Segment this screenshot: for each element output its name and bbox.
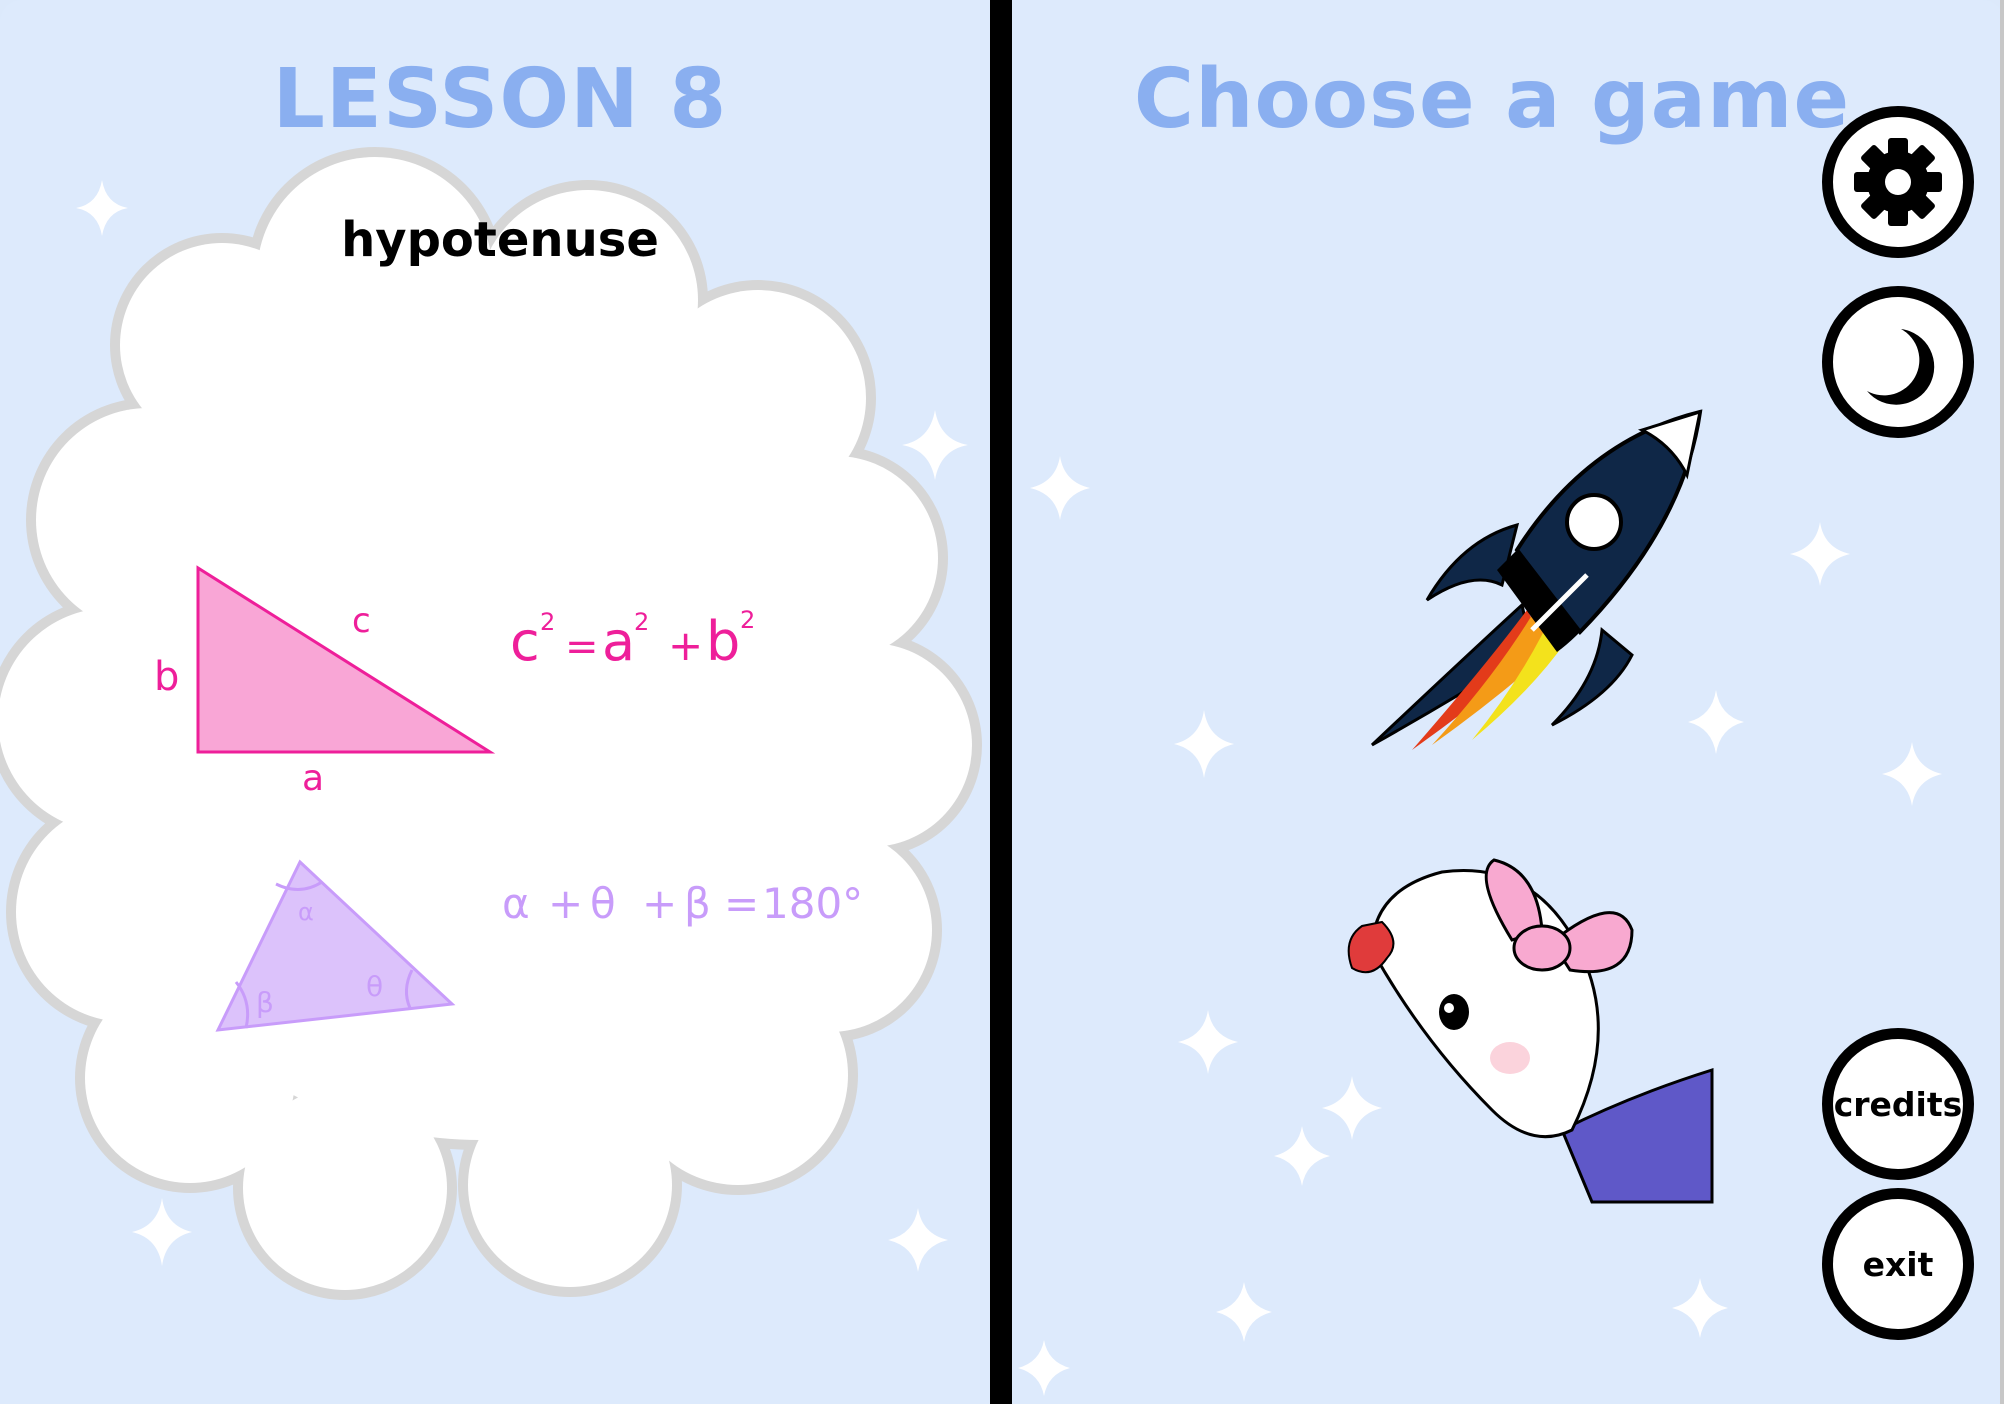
svg-text:180°: 180° (762, 879, 863, 928)
sparkle-icon (1030, 456, 1090, 520)
svg-text:+: + (548, 879, 583, 928)
credits-label: credits (1833, 1084, 1963, 1124)
game-panel: Choose a game credits exit (1012, 0, 2004, 1404)
settings-button[interactable] (1822, 106, 1974, 258)
angle-label-alpha: α (298, 898, 314, 926)
rocket-game-button[interactable] (1312, 400, 1752, 810)
pythagoras-formula: c 2 = a 2 + b 2 (510, 606, 755, 673)
svg-text:θ: θ (590, 879, 616, 928)
angle-label-beta: β (256, 986, 274, 1019)
moon-icon (1867, 329, 1935, 405)
sparkle-icon (1672, 1278, 1728, 1338)
side-label-c: c (352, 601, 371, 641)
side-label-b: b (154, 654, 179, 700)
svg-text:a: a (602, 610, 635, 673)
sparkle-icon (1174, 710, 1234, 778)
lesson-panel: LESSON 8 hypotenuse c b a c 2 = a 2 + b … (0, 0, 990, 1404)
sparkle-icon (1790, 522, 1850, 586)
svg-text:=: = (724, 879, 759, 928)
svg-text:2: 2 (634, 608, 649, 636)
rocket-icon (1370, 409, 1703, 750)
theme-toggle-button[interactable] (1822, 286, 1974, 438)
svg-text:=: = (565, 624, 599, 670)
sock-puppet-game-button[interactable] (1332, 830, 1714, 1210)
svg-text:+: + (642, 879, 677, 928)
sock-puppet-icon (1347, 858, 1714, 1204)
window-edge (2000, 0, 2004, 1404)
svg-text:β: β (684, 879, 711, 928)
lesson-illustrations: c b a c 2 = a 2 + b 2 α β θ α + θ + β = (154, 565, 863, 1032)
right-triangle (196, 565, 496, 754)
svg-text:+: + (668, 621, 703, 670)
credits-button[interactable]: credits (1822, 1028, 1974, 1180)
gear-icon (1854, 138, 1942, 226)
side-label-a: a (302, 758, 324, 799)
svg-text:α: α (502, 879, 530, 928)
sparkle-icon (1216, 1282, 1272, 1342)
sparkle-icon (1274, 1126, 1330, 1186)
svg-text:2: 2 (740, 606, 755, 634)
exit-label: exit (1862, 1244, 1934, 1284)
panel-divider (990, 0, 1012, 1404)
sparkle-icon (1018, 1340, 1070, 1396)
general-triangle (215, 859, 456, 1032)
svg-text:b: b (706, 610, 740, 673)
sparkle-icon (1178, 1010, 1238, 1074)
svg-text:2: 2 (540, 608, 555, 636)
angle-sum-formula: α + θ + β = 180° (502, 879, 863, 928)
exit-button[interactable]: exit (1822, 1188, 1974, 1340)
sparkle-icon (1882, 742, 1942, 806)
angle-label-theta: θ (366, 970, 383, 1003)
svg-text:c: c (510, 610, 540, 673)
